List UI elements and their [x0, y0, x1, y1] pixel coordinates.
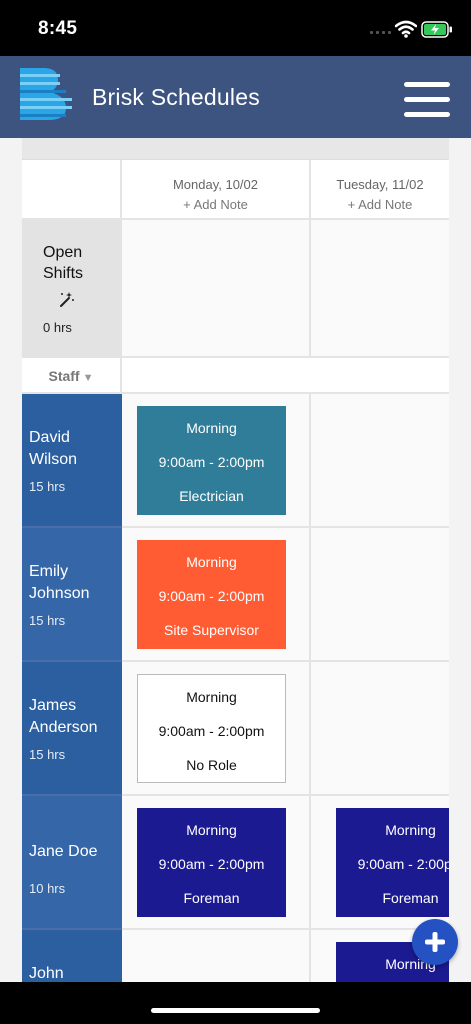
day-cell-monday[interactable]	[122, 930, 311, 982]
day-header-tuesday: Tuesday, 11/02 + Add Note	[311, 160, 449, 220]
brisk-logo-icon	[20, 68, 72, 120]
schedule-grid: Monday, 10/02 + Add Note Tuesday, 11/02 …	[22, 138, 449, 982]
add-note-link[interactable]: + Add Note	[311, 197, 449, 212]
shift-role: No Role	[186, 757, 237, 773]
staff-row-spacer	[122, 358, 449, 394]
status-bar: 8:45	[0, 0, 471, 56]
open-shifts-hours: 0 hrs	[43, 320, 72, 335]
plus-icon	[425, 932, 445, 952]
grid-top-strip	[22, 138, 449, 160]
shift-time: 9:00am - 2:00pm	[158, 588, 265, 604]
shift-card[interactable]: Morning 9:00am - 2:00pm Site Supervisor	[137, 540, 286, 649]
day-header-monday: Monday, 10/02 + Add Note	[122, 160, 311, 220]
shift-role: Foreman	[183, 890, 240, 906]
day-cell-tuesday[interactable]	[311, 528, 449, 662]
day-cell-monday[interactable]: Morning 9:00am - 2:00pm No Role	[122, 662, 311, 796]
day-cell-tuesday[interactable]: Morning 9:00am - 2:00pm Foreman	[311, 796, 449, 930]
shift-card[interactable]: Morning 9:00am - 2:00pm No Role	[137, 674, 286, 783]
staff-filter-dropdown[interactable]: Staff ▼	[22, 358, 122, 394]
status-time: 8:45	[38, 18, 78, 39]
day-cell-monday[interactable]: Morning 9:00am - 2:00pm Electrician	[122, 394, 311, 528]
employee-name: Jane Doe	[29, 843, 98, 860]
shift-card[interactable]: Morning 9:00am - 2:00pm Electrician	[137, 406, 286, 515]
employee-name-cell[interactable]: Emily Johnson 15 hrs	[22, 528, 122, 662]
employee-name-cell[interactable]: James Anderson 15 hrs	[22, 662, 122, 796]
shift-role: Electrician	[179, 488, 244, 504]
employee-hours: 15 hrs	[29, 479, 66, 494]
shift-time: 9:00am - 2:00pm	[158, 454, 265, 470]
add-shift-button[interactable]	[412, 919, 458, 965]
shift-card[interactable]: Morning 9:00am - 2:00pm Foreman	[137, 808, 286, 917]
dropdown-triangle-icon: ▼	[82, 372, 94, 384]
shift-title: Morning	[385, 822, 436, 838]
shift-title: Morning	[186, 554, 237, 570]
corner-cell	[22, 160, 122, 220]
wifi-icon	[395, 20, 417, 38]
employee-hours: 15 hrs	[29, 747, 66, 762]
schedule-view[interactable]: Monday, 10/02 + Add Note Tuesday, 11/02 …	[0, 138, 471, 982]
employee-name-cell[interactable]: David Wilson 15 hrs	[22, 394, 122, 528]
day-cell-monday[interactable]: Morning 9:00am - 2:00pm Site Supervisor	[122, 528, 311, 662]
magic-wand-icon[interactable]	[57, 290, 75, 308]
employee-name: James Anderson	[29, 697, 98, 736]
shift-role: Foreman	[382, 890, 439, 906]
employee-row: Jane Doe 10 hrs Morning 9:00am - 2:00pm …	[22, 796, 449, 930]
shift-role: Site Supervisor	[164, 622, 259, 638]
employee-row: David Wilson 15 hrs Morning 9:00am - 2:00…	[22, 394, 449, 528]
staff-filter-label: Staff	[48, 368, 80, 384]
employee-name: John	[29, 965, 64, 982]
shift-card[interactable]: Morning 9:00am - 2:00pm Foreman	[336, 808, 449, 917]
open-shifts-label-line1: Open	[43, 244, 83, 261]
day-cell-tuesday[interactable]	[311, 662, 449, 796]
shift-title: Morning	[186, 420, 237, 436]
employee-name: Emily Johnson	[29, 563, 90, 602]
employee-hours: 10 hrs	[29, 881, 66, 896]
employee-name-cell[interactable]: John	[22, 930, 122, 982]
battery-charging-icon	[421, 21, 452, 38]
app-header: Brisk Schedules	[0, 56, 471, 138]
day-label: Monday, 10/02	[172, 177, 259, 192]
open-shifts-cell[interactable]: Open Shifts 0 hrs	[22, 220, 122, 358]
open-shifts-monday-cell[interactable]	[122, 220, 311, 358]
employee-row: Emily Johnson 15 hrs Morning 9:00am - 2:0…	[22, 528, 449, 662]
employee-row: James Anderson 15 hrs Morning 9:00am - 2:…	[22, 662, 449, 796]
open-shifts-label: Open Shifts	[43, 242, 83, 284]
cellular-signal-icon	[370, 31, 391, 34]
shift-time: 9:00am - 2:00pm	[158, 723, 265, 739]
shift-title: Morning	[186, 822, 237, 838]
employee-hours: 15 hrs	[29, 613, 66, 628]
hamburger-menu-icon[interactable]	[404, 82, 450, 118]
app-title: Brisk Schedules	[92, 84, 260, 110]
add-note-link[interactable]: + Add Note	[122, 197, 309, 212]
home-indicator[interactable]	[151, 1008, 320, 1013]
shift-time: 9:00am - 2:00pm	[357, 856, 449, 872]
employee-row: John Morning	[22, 930, 449, 982]
day-label: Tuesday, 11/02	[336, 177, 424, 192]
home-bar	[0, 982, 471, 1024]
shift-time: 9:00am - 2:00pm	[158, 856, 265, 872]
employee-name-cell[interactable]: Jane Doe 10 hrs	[22, 796, 122, 930]
employee-name: David Wilson	[29, 429, 78, 468]
open-shifts-tuesday-cell[interactable]	[311, 220, 449, 358]
shift-title: Morning	[186, 689, 237, 705]
day-cell-tuesday[interactable]	[311, 394, 449, 528]
open-shifts-label-line2: Shifts	[43, 265, 84, 282]
day-cell-monday[interactable]: Morning 9:00am - 2:00pm Foreman	[122, 796, 311, 930]
